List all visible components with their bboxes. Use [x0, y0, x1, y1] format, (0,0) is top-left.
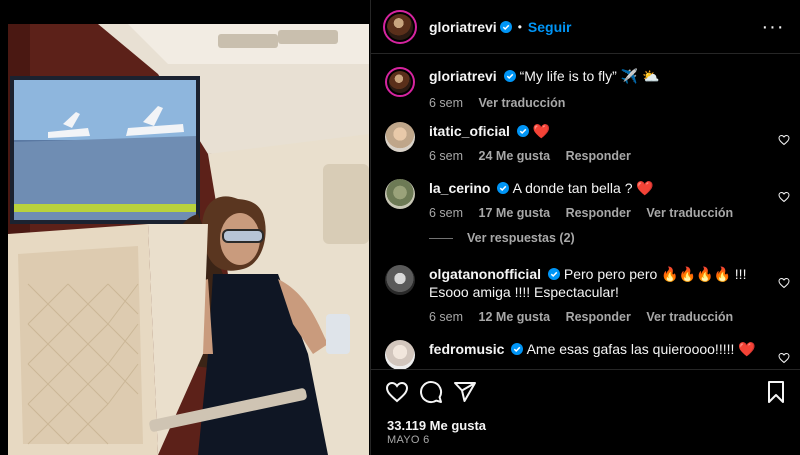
comment-username[interactable]: itatic_oficial [429, 123, 510, 139]
comment-time[interactable]: 6 sem [429, 149, 463, 163]
comment-likes[interactable]: 24 Me gusta [479, 149, 551, 163]
post-date: MAYO 6 [387, 434, 430, 446]
heart-icon[interactable] [778, 134, 790, 146]
commenter-avatar[interactable] [385, 122, 415, 152]
commenter-avatar[interactable] [385, 265, 415, 295]
caption-translate-link[interactable]: Ver traducción [479, 96, 566, 110]
comment-text: A donde tan bella ? ❤️ [512, 180, 654, 196]
comment-text: ❤️ [532, 123, 551, 139]
author-username[interactable]: gloriatrevi [429, 19, 497, 35]
reply-button[interactable]: Responder [566, 310, 631, 324]
comment-username[interactable]: fedromusic [429, 341, 504, 357]
heart-icon[interactable] [385, 380, 409, 404]
comment-icon[interactable] [419, 380, 443, 404]
post-image [8, 24, 369, 455]
verified-badge-icon [511, 343, 524, 355]
verified-badge-icon [499, 20, 512, 33]
post-header: gloriatrevi • Seguir ··· [371, 0, 800, 54]
comment-item: itatic_oficial ❤️ 6 sem 24 Me gusta Resp… [385, 122, 800, 165]
commenter-avatar[interactable] [385, 340, 415, 369]
bookmark-icon[interactable] [764, 380, 788, 404]
view-replies-button[interactable]: Ver respuestas (2) [429, 231, 575, 245]
post-actions: 33.119 Me gusta MAYO 6 [371, 369, 800, 455]
comment-username[interactable]: olgatanonofficial [429, 266, 541, 282]
caption-avatar[interactable] [385, 67, 415, 97]
verified-badge-icon [548, 268, 560, 280]
more-options-icon[interactable]: ··· [760, 14, 786, 40]
post-photo[interactable] [8, 24, 369, 455]
comment-item: la_cerino A donde tan bella ? ❤️ 6 sem 1… [385, 179, 800, 222]
comment-item: fedromusic Ame esas gafas las quieroooo!… [385, 340, 800, 369]
comment-item: olgatanonofficial Pero pero pero 🔥🔥🔥🔥 !!… [385, 265, 800, 326]
caption-username[interactable]: gloriatrevi [429, 68, 497, 84]
caption-text: “My life is to fly” ✈️ ⛅ [519, 68, 660, 84]
heart-icon[interactable] [778, 352, 790, 364]
comment-likes[interactable]: 17 Me gusta [479, 206, 551, 220]
header-separator: • [517, 19, 522, 34]
caption: gloriatrevi “My life is to fly” ✈️ ⛅ 6 s… [385, 67, 800, 112]
caption-time[interactable]: 6 sem [429, 96, 463, 110]
follow-button[interactable]: Seguir [528, 19, 572, 35]
comment-time[interactable]: 6 sem [429, 206, 463, 220]
reply-button[interactable]: Responder [566, 206, 631, 220]
verified-badge-icon [503, 70, 516, 82]
comment-translate-link[interactable]: Ver traducción [646, 206, 733, 220]
comments-list: gloriatrevi “My life is to fly” ✈️ ⛅ 6 s… [371, 55, 800, 369]
verified-badge-icon [516, 125, 529, 137]
replies-divider [429, 237, 453, 239]
share-icon[interactable] [453, 380, 477, 404]
heart-icon[interactable] [778, 277, 790, 289]
verified-badge-icon [497, 182, 510, 194]
comment-username[interactable]: la_cerino [429, 180, 490, 196]
commenter-avatar[interactable] [385, 179, 415, 209]
comment-text: Ame esas gafas las quieroooo!!!!! ❤️ [526, 341, 756, 357]
author-avatar[interactable] [383, 9, 417, 44]
likes-count[interactable]: 33.119 Me gusta [387, 418, 486, 433]
comment-translate-link[interactable]: Ver traducción [646, 310, 733, 324]
reply-button[interactable]: Responder [566, 149, 631, 163]
comment-time[interactable]: 6 sem [429, 310, 463, 324]
comment-likes[interactable]: 12 Me gusta [479, 310, 551, 324]
heart-icon[interactable] [778, 191, 790, 203]
post-sidebar: gloriatrevi • Seguir ··· gloriatrevi “My… [370, 0, 800, 455]
view-replies-label: Ver respuestas (2) [467, 231, 575, 245]
